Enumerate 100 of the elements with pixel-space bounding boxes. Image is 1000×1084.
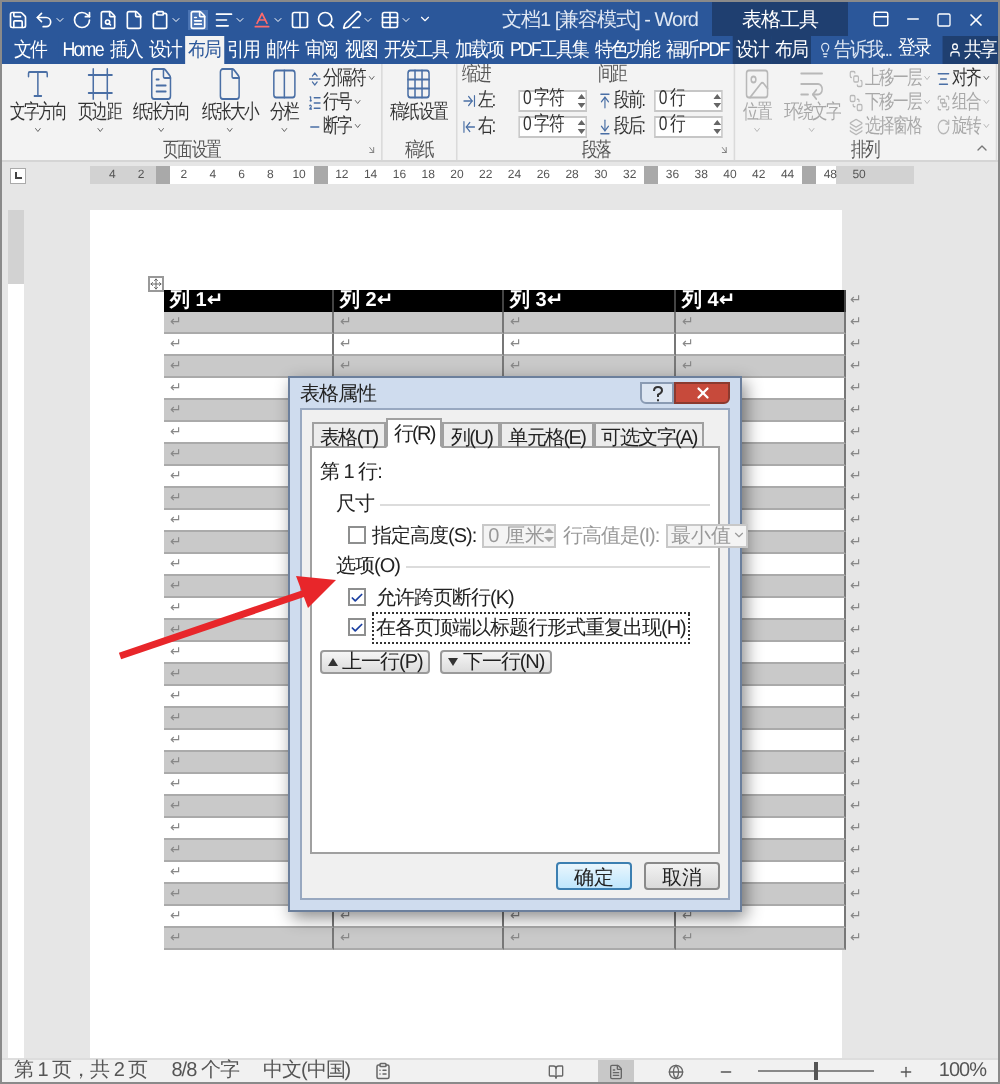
- undo-button[interactable]: [34, 9, 66, 29]
- save-button[interactable]: [8, 9, 28, 29]
- table-move-handle-icon[interactable]: [150, 278, 162, 290]
- close-icon[interactable]: [966, 9, 986, 29]
- search-button[interactable]: [316, 9, 336, 29]
- dialog-tab[interactable]: 列(U): [442, 422, 501, 448]
- ribbon-button[interactable]: 纸张方向: [129, 66, 194, 136]
- person-icon: [947, 42, 963, 58]
- ok-button[interactable]: 确定: [556, 862, 632, 890]
- tab-stop-icon[interactable]: [10, 167, 26, 183]
- columns-button[interactable]: [290, 9, 310, 29]
- maximize-icon[interactable]: [936, 11, 952, 27]
- table-header-cell: 列 2↵: [334, 290, 504, 312]
- dialog-launcher-icon[interactable]: [367, 144, 377, 156]
- language-indicator[interactable]: 中文(中国): [262, 1060, 351, 1082]
- font-color-button[interactable]: [252, 9, 284, 29]
- collapse-ribbon-icon[interactable]: [974, 140, 990, 156]
- position-icon: [743, 66, 772, 102]
- ruler-marker[interactable]: [155, 166, 170, 184]
- clipboard-button[interactable]: [150, 9, 182, 29]
- ribbon-tab[interactable]: 邮件: [262, 36, 302, 64]
- spin-field[interactable]: 0 行: [654, 89, 723, 111]
- ruler-marker[interactable]: [313, 166, 328, 184]
- ribbon-tab[interactable]: 引用: [223, 36, 263, 64]
- spin-field[interactable]: 0 字符: [518, 89, 587, 111]
- blank-page-button[interactable]: [124, 9, 144, 29]
- ribbon-tab[interactable]: 视图: [341, 36, 381, 64]
- align-left-button[interactable]: [214, 9, 246, 29]
- table-button[interactable]: [380, 9, 412, 29]
- ribbon-tab[interactable]: 审阅: [301, 36, 342, 64]
- redo-button[interactable]: [72, 9, 92, 29]
- spinner-arrows-icon[interactable]: [577, 117, 586, 135]
- ribbon-button[interactable]: 断字: [307, 114, 377, 138]
- ruler-marker[interactable]: [644, 166, 659, 184]
- ribbon-button[interactable]: 分隔符: [307, 66, 377, 90]
- checkbox-label: 允许跨页断行(K): [374, 585, 516, 613]
- checkbox[interactable]: [348, 588, 366, 606]
- ribbon-tab[interactable]: PDF工具集: [506, 36, 592, 64]
- ruler-marker[interactable]: [801, 166, 816, 184]
- font-color-icon: [252, 9, 272, 29]
- ribbon-tab[interactable]: 布局: [184, 36, 224, 64]
- zoom-level[interactable]: 100%: [938, 1060, 986, 1082]
- cancel-button[interactable]: 取消: [644, 862, 720, 890]
- ribbon-tab[interactable]: 开发工具: [380, 36, 452, 64]
- ribbon-tab[interactable]: 插入: [106, 36, 146, 64]
- ribbon-tab[interactable]: 设计: [145, 36, 185, 64]
- context-tab-title: 表格工具: [712, 2, 848, 36]
- ribbon-tab[interactable]: 加载项: [451, 36, 507, 64]
- sign-in-link[interactable]: 登录: [898, 36, 931, 64]
- ribbon-tab[interactable]: 特色功能: [591, 36, 663, 64]
- section-label: 尺寸: [336, 491, 374, 518]
- document-icon: [188, 9, 208, 29]
- caret-icon: [94, 124, 105, 136]
- pen-button[interactable]: [342, 9, 374, 29]
- page-count[interactable]: 第 1 页，共 2 页: [14, 1060, 148, 1082]
- document-search-button[interactable]: [98, 9, 118, 29]
- spin-field[interactable]: 0 行: [654, 115, 723, 137]
- spinner-arrows-icon[interactable]: [713, 91, 722, 109]
- indent-left-icon: [462, 91, 477, 109]
- caret-icon: [170, 13, 182, 25]
- next-row-button[interactable]: 下一行(N): [440, 650, 553, 674]
- ribbon-button[interactable]: 对齐: [936, 66, 992, 90]
- ribbon-button[interactable]: 文字方向: [6, 66, 71, 136]
- dialog-tab[interactable]: 表格(T): [312, 422, 386, 448]
- ribbon-button[interactable]: 分栏: [267, 66, 304, 136]
- ribbon-button[interactable]: 纸张大小: [198, 66, 263, 136]
- dialog-tab[interactable]: 单元格(E): [500, 422, 594, 448]
- previous-row-button[interactable]: 上一行(P): [320, 650, 431, 674]
- ribbon-button[interactable]: 页边距: [75, 66, 126, 136]
- spin-field[interactable]: 0 字符: [518, 115, 587, 137]
- word-count[interactable]: 8/8 个字: [171, 1060, 239, 1082]
- spinner-arrows-icon[interactable]: [713, 117, 722, 135]
- ribbon-tab[interactable]: Home: [58, 36, 107, 64]
- zoom-in-icon[interactable]: [898, 1063, 915, 1079]
- tell-me-search[interactable]: 告诉我...: [817, 36, 892, 64]
- ribbon-options-icon[interactable]: [872, 10, 890, 28]
- dialog-tab[interactable]: 行(R): [385, 418, 443, 448]
- dialog-tab[interactable]: 可选文字(A): [593, 422, 705, 448]
- ribbon-button[interactable]: 行号: [307, 90, 377, 114]
- customize-caret-icon[interactable]: [418, 12, 432, 26]
- ribbon-group-label: 排列: [851, 140, 880, 160]
- spin-label: 右:: [477, 115, 497, 137]
- share-button[interactable]: 共享: [942, 36, 998, 64]
- help-button[interactable]: [640, 382, 674, 404]
- document-button[interactable]: [188, 9, 208, 29]
- ribbon-tab[interactable]: 布局: [771, 36, 811, 64]
- caret-icon: [279, 124, 290, 136]
- help-icon: [651, 385, 663, 401]
- proofing-icon[interactable]: [374, 1062, 393, 1080]
- ribbon-button[interactable]: 稿纸设置: [387, 66, 452, 124]
- save-icon: [8, 9, 28, 29]
- checkbox[interactable]: [348, 618, 366, 636]
- spin-label: 段后:: [613, 115, 647, 137]
- ribbon-tab[interactable]: 福昕PDF: [662, 36, 733, 64]
- checkbox[interactable]: [348, 526, 366, 544]
- print-layout-button[interactable]: [598, 1060, 635, 1082]
- spinner-arrows-icon[interactable]: [577, 91, 586, 109]
- dialog-launcher-icon[interactable]: [719, 144, 729, 156]
- ribbon-tab[interactable]: 设计: [732, 36, 772, 64]
- close-button[interactable]: [674, 382, 730, 404]
